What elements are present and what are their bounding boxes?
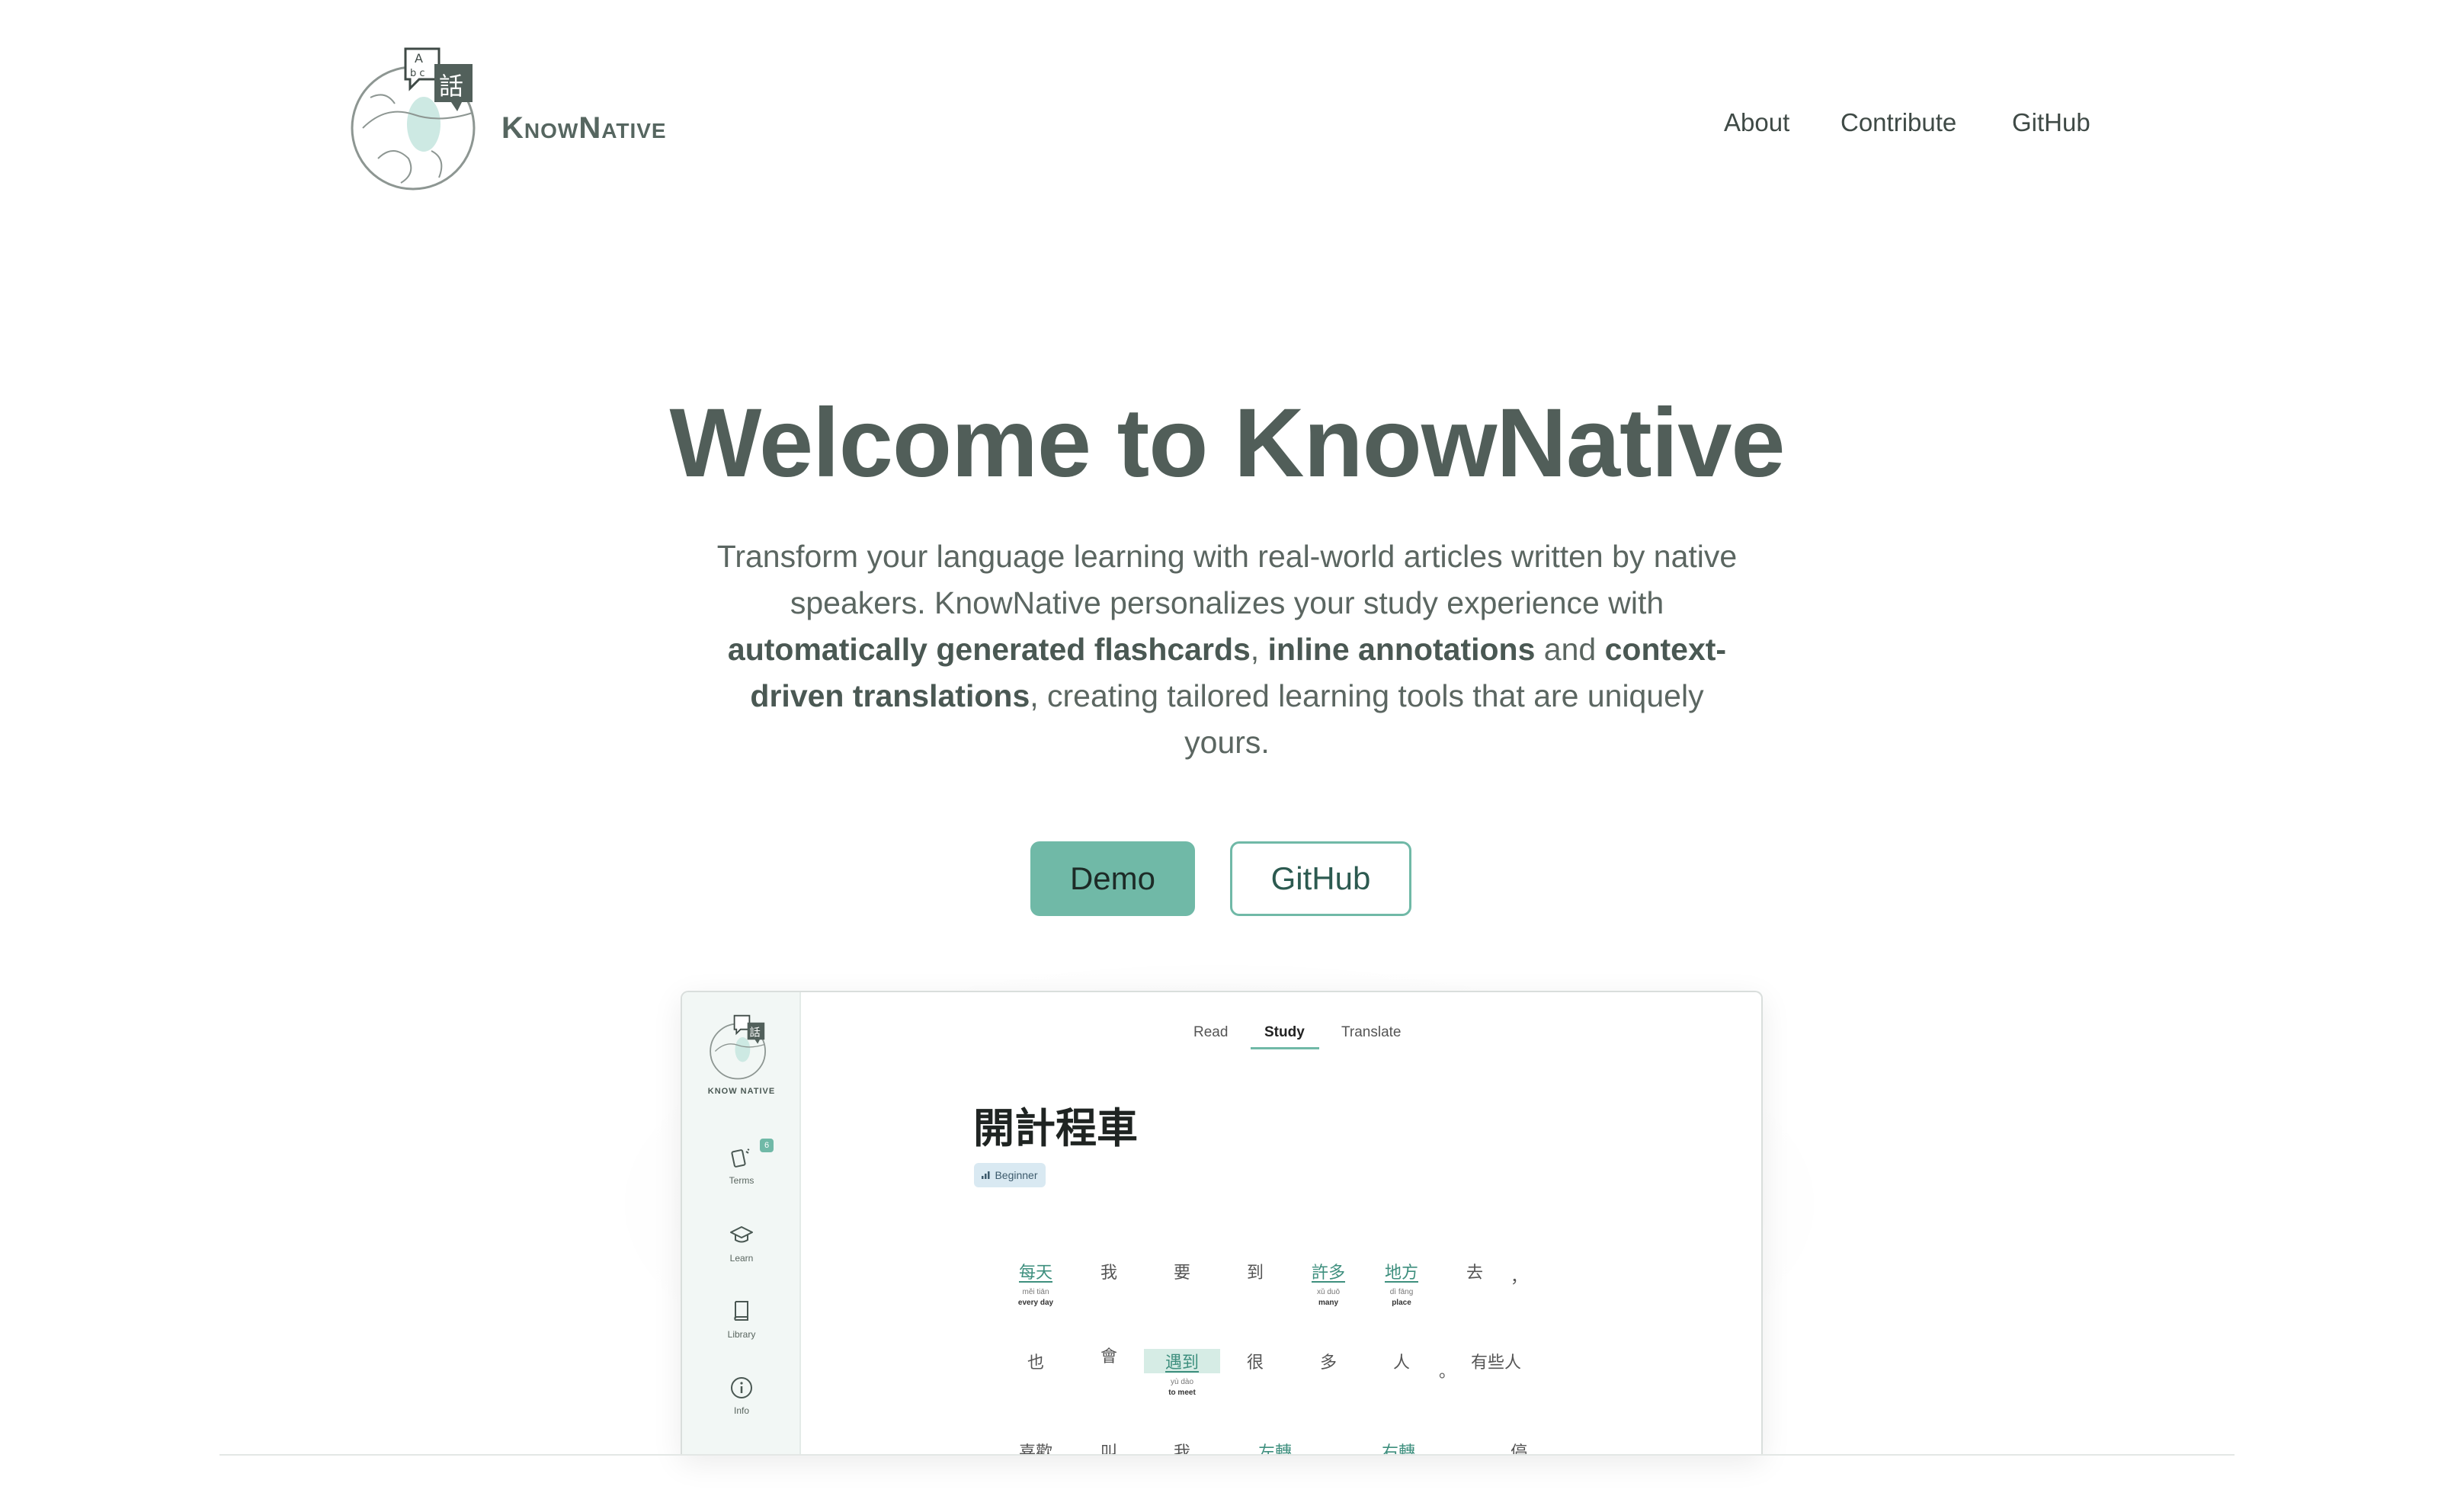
tab-read[interactable]: Read [1193,1024,1228,1041]
active-tab-indicator [1251,1047,1319,1049]
word-hanzi: 我 [1173,1443,1190,1456]
svg-text:話: 話 [749,1027,760,1040]
hero-desc-sep: , [1250,632,1268,667]
sidebar-item-learn[interactable]: Learn [682,1222,801,1264]
word-meaning: to meet [1168,1389,1196,1397]
graduation-cap-icon [730,1226,753,1243]
word-hanzi: 許多 [1311,1264,1345,1283]
terms-count-badge: 6 [760,1139,774,1152]
word-hanzi: 會 [1100,1347,1117,1366]
svg-text:話: 話 [439,72,463,101]
hero-desc-sep: and [1535,632,1605,667]
word[interactable]: 會 [1071,1343,1147,1367]
sidebar-item-label: Terms [729,1175,754,1186]
hero-desc-text: Transform your language learning with re… [716,539,1738,620]
annotated-word[interactable]: 左轉 [1237,1439,1313,1456]
app-preview: 話 KNOW NATIVE 6 Terms Learn Library Info… [681,991,1763,1456]
word-hanzi: 喜歡 [1018,1443,1052,1456]
word[interactable]: 我 [1144,1439,1220,1456]
word-hanzi: 要 [1173,1264,1190,1283]
word-hanzi: ， [1510,1268,1527,1287]
word-hanzi: 我 [1100,1264,1117,1283]
tab-study[interactable]: Study [1264,1024,1305,1041]
word-hanzi: 到 [1246,1264,1264,1283]
word[interactable]: 停 [1481,1439,1557,1456]
knownative-logo-icon[interactable]: A b c 話 [348,44,482,197]
nav-about-link[interactable]: About [1724,108,1789,137]
word[interactable]: 我 [1071,1259,1147,1283]
word[interactable]: 要 [1144,1259,1220,1283]
word[interactable]: 多 [1290,1349,1366,1373]
word[interactable]: 喜歡 [998,1439,1074,1456]
punctuation: ， [1481,1264,1557,1288]
nav-contribute-link[interactable]: Contribute [1840,108,1956,137]
word-hanzi: 每天 [1018,1264,1052,1283]
word-meaning: place [1392,1299,1411,1307]
level-badge: Beginner [974,1163,1046,1187]
word[interactable]: 也 [998,1349,1074,1373]
sidebar-item-label: Info [733,1405,749,1416]
tab-translate[interactable]: Translate [1341,1024,1402,1041]
page: A b c 話 KnowNative About Contribute GitH… [0,0,2454,1512]
word[interactable]: 有些人 [1450,1349,1542,1373]
info-icon [731,1377,752,1398]
section-divider [219,1454,2235,1456]
sidebar-item-terms[interactable]: 6 Terms [682,1139,801,1186]
svg-text:A: A [415,51,423,66]
annotated-word[interactable]: 許多 xǔ duō many [1290,1259,1366,1307]
word-hanzi: 很 [1246,1353,1264,1373]
hero-description: Transform your language learning with re… [716,533,1738,766]
word-meaning: every day [1017,1299,1054,1307]
hero-desc-annotations: inline annotations [1267,632,1536,667]
sidebar-item-info[interactable]: Info [682,1375,801,1416]
word[interactable]: 叫 [1071,1439,1147,1456]
demo-button[interactable]: Demo [1030,841,1195,916]
book-icon [734,1301,748,1321]
signal-bars-icon [982,1171,990,1179]
svg-text:b c: b c [410,68,425,79]
sidebar-item-library[interactable]: Library [682,1299,801,1340]
hero-desc-text: , creating tailored learning tools that … [1030,678,1704,760]
github-button[interactable]: GitHub [1230,841,1411,916]
annotated-word[interactable]: 右轉 [1360,1439,1437,1456]
word-pinyin: měi tiān [1022,1288,1049,1296]
word-pinyin: xǔ duō [1316,1288,1341,1296]
annotated-word[interactable]: 每天 měi tiān every day [998,1259,1074,1307]
hero-desc-flashcards: automatically generated flashcards [727,632,1251,667]
level-label: Beginner [995,1169,1038,1181]
sidebar-logo-icon[interactable]: 話 [708,1014,769,1082]
word-hanzi: 停 [1510,1443,1527,1456]
preview-sidebar: 話 KNOW NATIVE 6 Terms Learn Library Info [682,992,801,1456]
word-hanzi: 也 [1027,1353,1044,1373]
sidebar-brand: KNOW NATIVE [707,1087,776,1096]
sidebar-item-label: Learn [729,1253,754,1264]
word[interactable]: 很 [1217,1349,1293,1373]
brand-name[interactable]: KnowNative [501,111,667,146]
annotated-word[interactable]: 遇到 yù dào to meet [1144,1349,1220,1397]
word-hanzi: 地方 [1384,1264,1418,1283]
word-hanzi: 左轉 [1257,1443,1292,1456]
cards-icon [731,1148,750,1168]
word-hanzi: 右轉 [1381,1443,1415,1456]
article-title: 開計程車 [973,1104,1138,1152]
word[interactable]: 到 [1217,1259,1293,1283]
annotated-word[interactable]: 地方 dì fāng place [1363,1259,1440,1307]
sidebar-item-label: Library [727,1329,756,1340]
word-pinyin: dì fāng [1389,1288,1414,1296]
word-hanzi: 遇到 [1144,1349,1220,1373]
word-hanzi: 叫 [1100,1443,1117,1456]
word-pinyin: yù dào [1170,1378,1194,1386]
word-hanzi: 有些人 [1470,1353,1521,1373]
word-hanzi: 多 [1319,1353,1337,1373]
word-meaning: many [1318,1299,1339,1307]
nav-github-link[interactable]: GitHub [2012,108,2090,137]
hero-title: Welcome to KnowNative [669,389,1785,498]
